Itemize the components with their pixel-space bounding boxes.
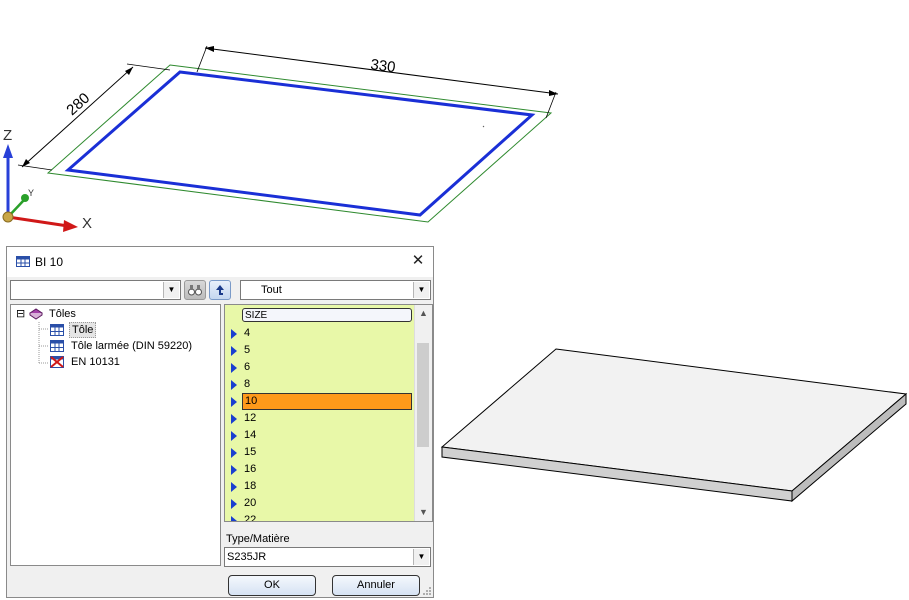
resize-grip-icon[interactable] — [422, 586, 432, 596]
tree-item-label: Tôle larmée (DIN 59220) — [71, 340, 193, 352]
list-item[interactable]: 14 — [225, 427, 415, 444]
chevron-down-icon[interactable]: ▼ — [413, 549, 429, 565]
list-item-value: 5 — [244, 344, 251, 356]
list-item-value: 6 — [244, 361, 251, 373]
list-item-value: 12 — [244, 412, 257, 424]
row-marker-icon — [231, 380, 237, 390]
category-combo[interactable]: Tout ▼ — [240, 280, 431, 300]
list-item[interactable]: 10 — [225, 393, 415, 410]
axis-y-label: Y — [28, 188, 34, 198]
list-item[interactable]: 20 — [225, 495, 415, 512]
row-marker-icon — [231, 465, 237, 475]
row-marker-icon — [231, 346, 237, 356]
plate-top-face — [440, 348, 908, 492]
row-marker-icon — [231, 414, 237, 424]
table-disabled-icon — [50, 356, 64, 368]
ok-button[interactable]: OK — [228, 575, 316, 596]
sketch-drawing: 330 280 Z Y X — [2, 45, 559, 232]
tree-item-label: EN 10131 — [71, 356, 120, 368]
list-item-value: 10 — [242, 393, 412, 410]
collapse-icon[interactable]: ⊟ — [16, 306, 25, 322]
list-item-value: 14 — [244, 429, 257, 441]
list-scrollbar[interactable]: ▲ ▼ — [414, 305, 432, 521]
list-item-value: 4 — [244, 327, 251, 339]
dimension-330: 330 — [369, 56, 396, 76]
list-item[interactable]: 4 — [225, 325, 415, 342]
table-icon — [16, 256, 30, 267]
dialog-title: BI 10 — [35, 255, 64, 269]
table-icon — [50, 340, 64, 352]
arrow-up-icon — [216, 285, 224, 295]
chevron-down-icon[interactable]: ▼ — [413, 282, 429, 298]
row-marker-icon — [231, 431, 237, 441]
list-item[interactable]: 6 — [225, 359, 415, 376]
scroll-thumb[interactable] — [417, 343, 429, 447]
parent-folder-button[interactable] — [209, 280, 231, 300]
row-marker-icon — [231, 482, 237, 492]
book-icon — [29, 308, 43, 320]
column-header-size[interactable]: SIZE — [242, 308, 412, 322]
type-label: Type/Matière — [226, 533, 290, 545]
tree-item-label: Tôle — [69, 322, 97, 338]
profile-tree[interactable]: ⊟ Tôles Tôle Tôle larmée (DIN 59220) EN … — [10, 304, 221, 566]
table-icon — [50, 324, 64, 336]
list-item-value: 15 — [244, 446, 257, 458]
scroll-up-icon[interactable]: ▲ — [415, 305, 432, 322]
profile-dialog: BI 10 ✕ ▼ Tout ▼ ⊟ Tôles Tôle Tôle larmé… — [6, 246, 434, 598]
list-item-value: 18 — [244, 480, 257, 492]
row-marker-icon — [231, 363, 237, 373]
list-item-value: 22 — [244, 514, 257, 522]
tree-item-label: Tôles — [49, 308, 76, 320]
plate-3d-preview — [440, 348, 908, 503]
cancel-button[interactable]: Annuler — [332, 575, 420, 596]
dimension-280: 280 — [63, 90, 93, 119]
row-marker-icon — [231, 397, 237, 407]
size-list[interactable]: SIZE 4 5 6 8 10 12 14 15 16 18 20 22 ▲ ▼ — [224, 304, 433, 522]
list-item[interactable]: 12 — [225, 410, 415, 427]
axis-triad: Z Y X — [2, 127, 92, 232]
row-marker-icon — [231, 448, 237, 458]
row-marker-icon — [231, 516, 237, 521]
row-marker-icon — [231, 499, 237, 509]
scroll-down-icon[interactable]: ▼ — [415, 504, 432, 521]
binoculars-icon — [188, 285, 202, 296]
list-item[interactable]: 16 — [225, 461, 415, 478]
list-item[interactable]: 15 — [225, 444, 415, 461]
dialog-titlebar: BI 10 ✕ — [7, 247, 433, 277]
list-item[interactable]: 18 — [225, 478, 415, 495]
list-item[interactable]: 5 — [225, 342, 415, 359]
list-item[interactable]: 22 — [225, 512, 415, 522]
axis-x-label: X — [82, 215, 92, 232]
list-item-value: 8 — [244, 378, 251, 390]
list-item[interactable]: 8 — [225, 376, 415, 393]
list-item-value: 16 — [244, 463, 257, 475]
type-combo[interactable]: S235JR ▼ — [224, 547, 431, 567]
axis-z-label: Z — [3, 127, 12, 144]
binoculars-button[interactable] — [184, 280, 206, 300]
close-icon[interactable]: ✕ — [407, 251, 429, 271]
list-item-value: 20 — [244, 497, 257, 509]
row-marker-icon — [231, 329, 237, 339]
chevron-down-icon[interactable]: ▼ — [163, 282, 179, 298]
filter-combo[interactable]: ▼ — [10, 280, 181, 300]
